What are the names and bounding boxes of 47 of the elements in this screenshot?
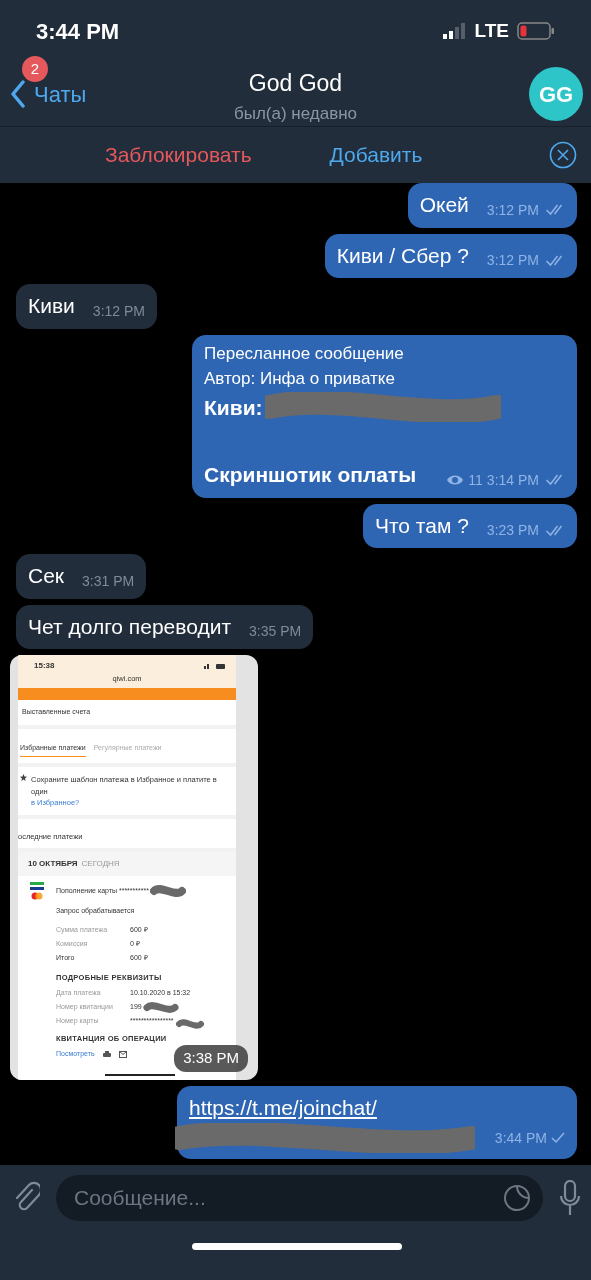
- printer-icon: [102, 1051, 111, 1058]
- back-chevron-icon: [10, 80, 26, 108]
- message-time: 3:44 PM: [494, 1128, 547, 1148]
- redaction-mark: [142, 1000, 179, 1014]
- date-label: 10 ОКТЯБРЯ: [28, 858, 78, 871]
- date-note: СЕГОДНЯ: [81, 858, 120, 871]
- views-icon: [446, 474, 465, 486]
- message-text: Киви:: [204, 394, 263, 421]
- home-indicator: [105, 1073, 175, 1076]
- status-icons: [204, 663, 226, 669]
- forwarded-label: Пересланное сообщение: [204, 342, 405, 365]
- message-text: Что там ?: [374, 512, 469, 539]
- message-text: Скриншотик оплаты: [204, 462, 417, 488]
- star-icon: [20, 774, 27, 782]
- chat-title: God God: [248, 69, 343, 98]
- status-time: 3:44 PM: [36, 17, 120, 46]
- message-text: Окей: [419, 192, 469, 218]
- sticker-icon: [503, 1184, 531, 1212]
- message-time: 3:23 PM: [486, 521, 539, 540]
- status-time: 15:38: [34, 660, 55, 672]
- unread-badge: 2: [22, 56, 48, 82]
- signal-icon: [442, 23, 467, 39]
- block-button[interactable]: Заблокировать: [105, 139, 252, 171]
- close-button[interactable]: [549, 141, 577, 169]
- add-contact-button[interactable]: Добавить: [329, 139, 423, 171]
- message-text: Чет долго переводит: [28, 613, 232, 640]
- network-label: LTE: [474, 18, 509, 43]
- message-field[interactable]: Сообщение...: [56, 1175, 543, 1221]
- message-time: 3:38 PM: [174, 1045, 248, 1072]
- message-time: 3:14 PM: [486, 470, 539, 490]
- redaction-mark: [174, 1018, 205, 1030]
- message-time: 3:35 PM: [249, 622, 302, 641]
- battery-icon: [517, 22, 555, 40]
- message-time: 3:12 PM: [486, 251, 539, 270]
- message-time: 3:12 PM: [486, 200, 539, 220]
- last-seen-status: был(а) недавно: [233, 102, 358, 125]
- message-time: 3:31 PM: [82, 571, 135, 591]
- microphone-icon: [559, 1180, 581, 1216]
- redaction-mark: [149, 884, 186, 899]
- message-text: Киви / Сбер ?: [336, 242, 469, 269]
- message-time: 3:12 PM: [92, 301, 145, 321]
- invite-link[interactable]: https://t.me/joinchat/: [189, 1091, 377, 1123]
- message-text: Сек: [28, 563, 65, 589]
- mail-icon: [118, 1051, 127, 1058]
- forward-author: Автор: Инфа о приватке: [204, 368, 396, 390]
- view-count: 11: [468, 470, 483, 490]
- message-text: Киви: [28, 293, 75, 319]
